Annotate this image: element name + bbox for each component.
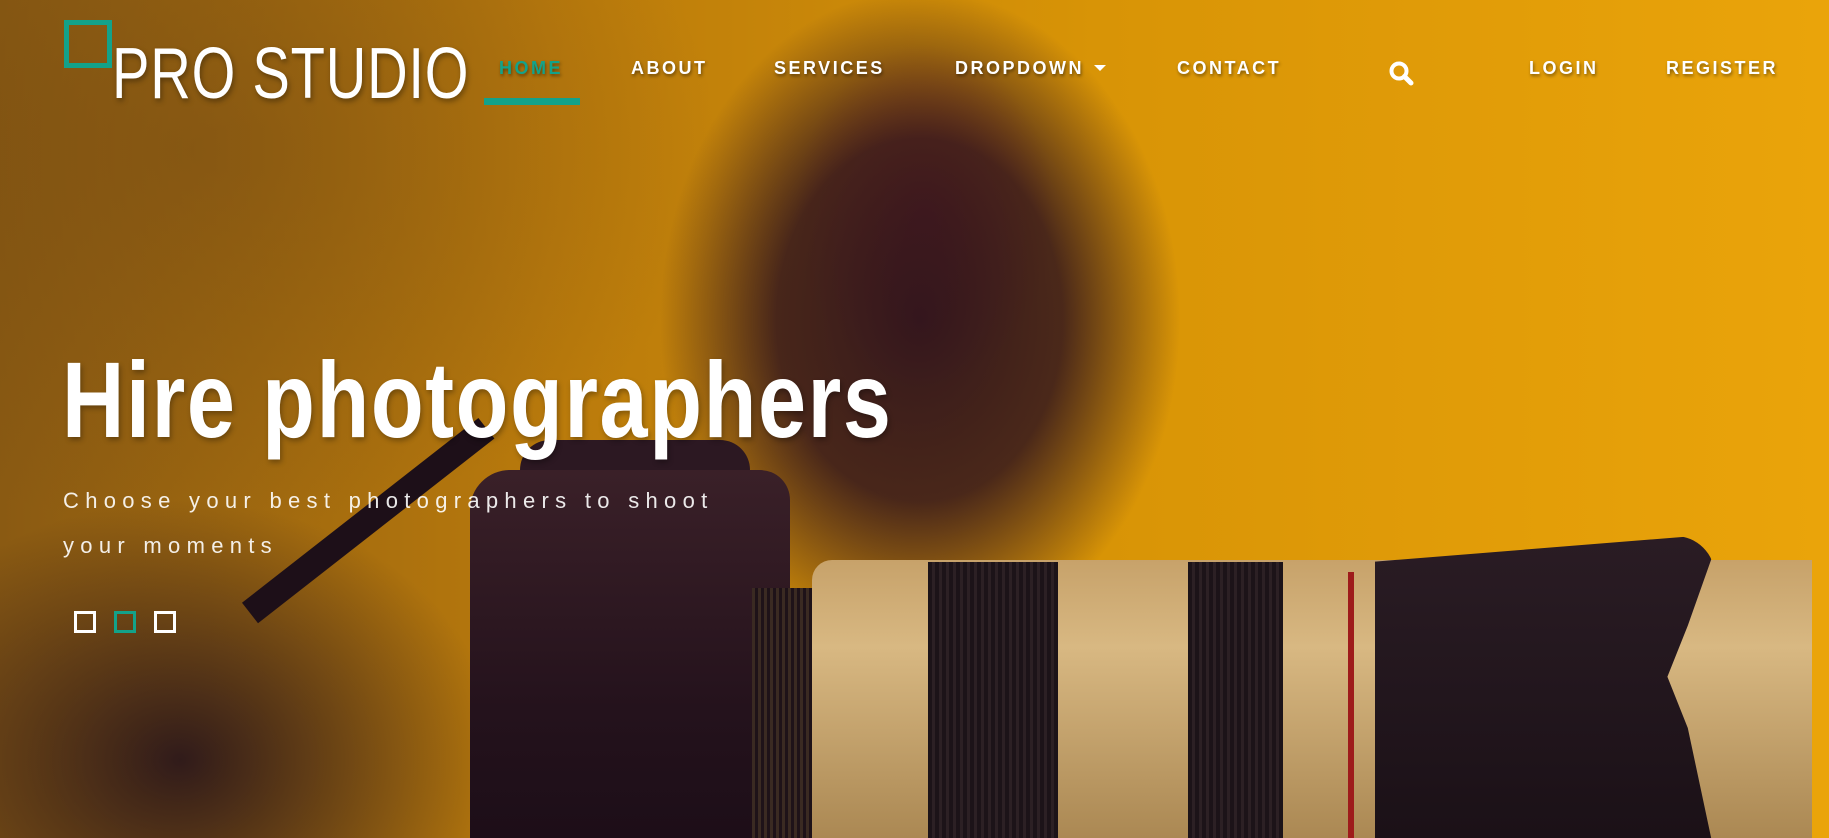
nav-item-dropdown-label: DROPDOWN	[955, 58, 1084, 78]
caret-down-icon	[1094, 65, 1106, 71]
register-link[interactable]: REGISTER	[1666, 58, 1778, 79]
hero-subtitle: Choose your best photographers to shoot …	[63, 488, 714, 558]
main-nav: HOME ABOUT SERVICES DROPDOWN CONTACT LOG…	[0, 58, 1829, 88]
lens-red-ring-image	[1348, 572, 1354, 838]
lens-focus-ring-image	[928, 562, 1058, 838]
hero-section: PRO STUDIO HOME ABOUT SERVICES DROPDOWN …	[0, 0, 1829, 838]
slider-dot-3[interactable]	[154, 611, 176, 633]
nav-item-about[interactable]: ABOUT	[631, 58, 708, 79]
login-link[interactable]: LOGIN	[1529, 58, 1599, 79]
nav-item-contact[interactable]: CONTACT	[1177, 58, 1281, 79]
search-icon[interactable]	[1388, 60, 1414, 86]
nav-item-services[interactable]: SERVICES	[774, 58, 885, 79]
lens-zoom-ring-image	[1188, 562, 1283, 838]
active-nav-underline	[484, 98, 580, 105]
lens-hood-image	[1375, 536, 1715, 838]
slider-dot-2[interactable]	[114, 611, 136, 633]
slider-dot-1[interactable]	[74, 611, 96, 633]
nav-item-dropdown[interactable]: DROPDOWN	[955, 58, 1106, 79]
hero-title: Hire photographers	[62, 339, 893, 460]
nav-item-home[interactable]: HOME	[499, 58, 563, 79]
